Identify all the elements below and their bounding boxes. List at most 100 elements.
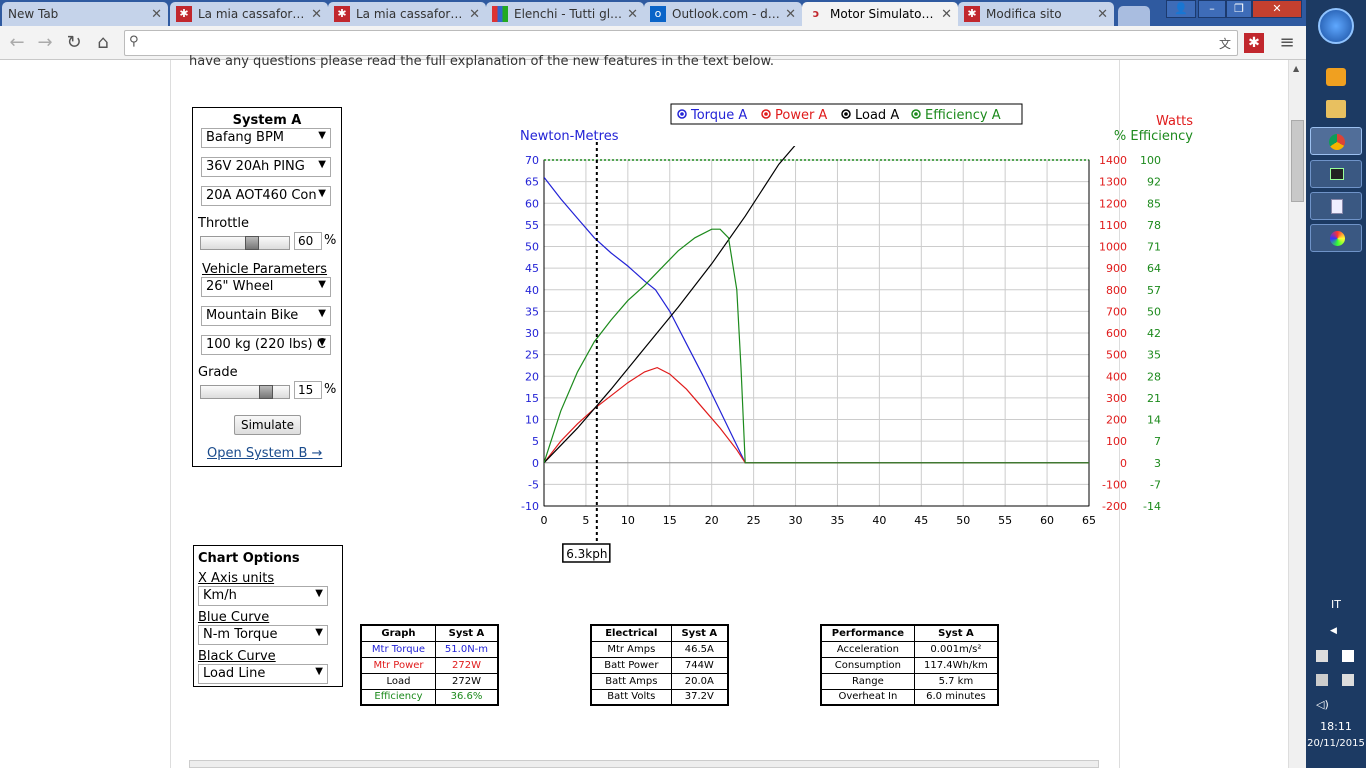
tab-close-icon[interactable]: ✕ — [311, 7, 322, 22]
x-tick-label: 65 — [1082, 514, 1096, 527]
translate-icon[interactable]: 文 — [1219, 35, 1231, 52]
tab-close-icon[interactable]: ✕ — [151, 7, 162, 22]
address-bar[interactable]: ⚲ 文 — [124, 30, 1238, 56]
windows-flag-icon[interactable] — [1342, 650, 1354, 662]
tab-close-icon[interactable]: ✕ — [941, 7, 952, 22]
reload-icon[interactable]: ↻ — [63, 32, 85, 54]
y-left-tick-label: 40 — [525, 284, 539, 297]
x-tick-label: 5 — [582, 514, 589, 527]
tab-cassaforte-2[interactable]: ✱ La mia cassaforte d ✕ — [328, 2, 486, 26]
x-tick-label: 40 — [872, 514, 886, 527]
blue-curve-value: N-m Torque — [203, 627, 278, 642]
graph-table: Graph Syst A Mtr Torque 51.0N-m Mtr Power 2… — [360, 624, 499, 706]
monitor-icon[interactable] — [1342, 674, 1354, 686]
tab-close-icon[interactable]: ✕ — [1097, 7, 1108, 22]
y-efficiency-tick-label: 71 — [1147, 241, 1161, 254]
network-icon[interactable] — [1316, 674, 1328, 686]
controller-select[interactable]: 20A AOT460 Con ▼ — [201, 186, 331, 206]
left-axis-label: Newton-Metres — [520, 129, 619, 144]
start-button[interactable] — [1318, 8, 1354, 44]
tab-outlook[interactable]: o Outlook.com - dari ✕ — [644, 2, 802, 26]
document-icon — [1331, 199, 1343, 214]
action-center-icon[interactable] — [1316, 650, 1328, 662]
new-tab-button[interactable] — [1118, 6, 1150, 26]
tab-cassaforte-1[interactable]: ✱ La mia cassaforte d ✕ — [170, 2, 328, 26]
tab-close-icon[interactable]: ✕ — [785, 7, 796, 22]
wheel-select[interactable]: 26" Wheel ▼ — [201, 277, 331, 297]
controller-select-value: 20A AOT460 Con — [206, 188, 317, 203]
x-axis-units-select[interactable]: Km/h ▼ — [198, 586, 328, 606]
paint-icon — [1330, 231, 1345, 246]
clock-time[interactable]: 18:11 — [1306, 720, 1366, 733]
percent-sign: % — [324, 382, 337, 397]
clock-date[interactable]: 20/11/2015 — [1306, 738, 1366, 749]
x-tick-label: 45 — [914, 514, 928, 527]
scrollbar-thumb[interactable] — [1291, 120, 1304, 202]
volume-icon[interactable]: ◁) — [1316, 698, 1329, 711]
chrome-taskbar-button[interactable] — [1310, 127, 1362, 155]
terminal-icon — [1330, 168, 1344, 180]
chevron-down-icon: ▼ — [318, 337, 326, 348]
open-system-b-link[interactable]: Open System B → — [207, 446, 322, 461]
x-tick-label: 55 — [998, 514, 1012, 527]
folder-icon[interactable] — [1326, 100, 1346, 118]
grade-input[interactable]: 15 — [294, 381, 322, 399]
scroll-up-icon[interactable]: ▲ — [1293, 64, 1299, 73]
y-efficiency-tick-label: 3 — [1154, 457, 1161, 470]
blue-curve-select[interactable]: N-m Torque ▼ — [198, 625, 328, 645]
menu-icon[interactable]: ≡ — [1276, 32, 1298, 54]
home-icon[interactable]: ⌂ — [92, 32, 114, 54]
simulate-button[interactable]: Simulate — [234, 415, 301, 435]
speed-marker-label: 6.3kph — [566, 547, 607, 561]
paint-taskbar-button[interactable] — [1310, 224, 1362, 252]
grade-slider-handle[interactable] — [258, 385, 273, 399]
throttle-input[interactable]: 60 — [294, 232, 322, 250]
language-indicator[interactable]: IT — [1306, 598, 1366, 611]
windows-taskbar: IT ◀ ◁) 18:11 20/11/2015 — [1306, 0, 1366, 768]
forward-icon[interactable]: → — [34, 32, 56, 54]
performance-row-label: Acceleration — [820, 640, 915, 658]
terminal-taskbar-button[interactable] — [1310, 160, 1362, 188]
battery-select[interactable]: 36V 20Ah PING ▼ — [201, 157, 331, 177]
tab-close-icon[interactable]: ✕ — [469, 7, 480, 22]
tab-motor-simulator[interactable]: ↄ Motor Simulator - T ✕ — [802, 2, 958, 26]
back-icon[interactable]: ← — [6, 32, 28, 54]
electrical-row-value: 46.5A — [670, 640, 729, 658]
black-curve-select[interactable]: Load Line ▼ — [198, 664, 328, 684]
tab-close-icon[interactable]: ✕ — [627, 7, 638, 22]
weight-select[interactable]: 100 kg (220 lbs) C ▼ — [201, 335, 331, 355]
y-left-tick-label: 35 — [525, 305, 539, 318]
black-curve-label: Black Curve — [198, 649, 276, 664]
x-tick-label: 15 — [663, 514, 677, 527]
y-efficiency-tick-label: 85 — [1147, 197, 1161, 210]
y-left-tick-label: -10 — [521, 500, 539, 513]
right-axis-label-efficiency: % Efficiency — [1114, 129, 1193, 144]
x-tick-label: 30 — [789, 514, 803, 527]
grade-slider[interactable] — [200, 385, 290, 399]
tab-new-tab[interactable]: New Tab ✕ — [2, 2, 168, 26]
bike-type-select[interactable]: Mountain Bike ▼ — [201, 306, 331, 326]
electrical-row-label: Batt Power — [590, 656, 672, 674]
y-left-tick-label: 55 — [525, 219, 539, 232]
vertical-scrollbar[interactable]: ▲ — [1288, 60, 1306, 768]
extension-icon[interactable]: ✱ — [1244, 33, 1264, 53]
show-hidden-icons-icon[interactable]: ◀ — [1330, 626, 1337, 636]
motor-select[interactable]: Bafang BPM ▼ — [201, 128, 331, 148]
chrome-icon — [1329, 134, 1345, 150]
user-icon[interactable]: 👤 — [1166, 0, 1196, 18]
y-left-tick-label: 10 — [525, 414, 539, 427]
document-taskbar-button[interactable] — [1310, 192, 1362, 220]
x-axis-units-label: X Axis units — [198, 571, 275, 586]
y-left-tick-label: -5 — [528, 478, 539, 491]
x-tick-label: 10 — [621, 514, 635, 527]
performance-table-header: Syst A — [913, 624, 999, 642]
tab-modifica-sito[interactable]: ✱ Modifica sito ✕ — [958, 2, 1114, 26]
restore-icon[interactable]: ❐ — [1226, 0, 1252, 18]
minimize-icon[interactable]: – — [1198, 0, 1226, 18]
media-player-icon[interactable] — [1326, 68, 1346, 86]
close-window-icon[interactable]: ✕ — [1252, 0, 1302, 18]
performance-table-header: Performance — [820, 624, 915, 642]
throttle-slider[interactable] — [200, 236, 290, 250]
throttle-slider-handle[interactable] — [245, 236, 260, 250]
tab-elenchi[interactable]: Elenchi - Tutti gli el ✕ — [486, 2, 644, 26]
